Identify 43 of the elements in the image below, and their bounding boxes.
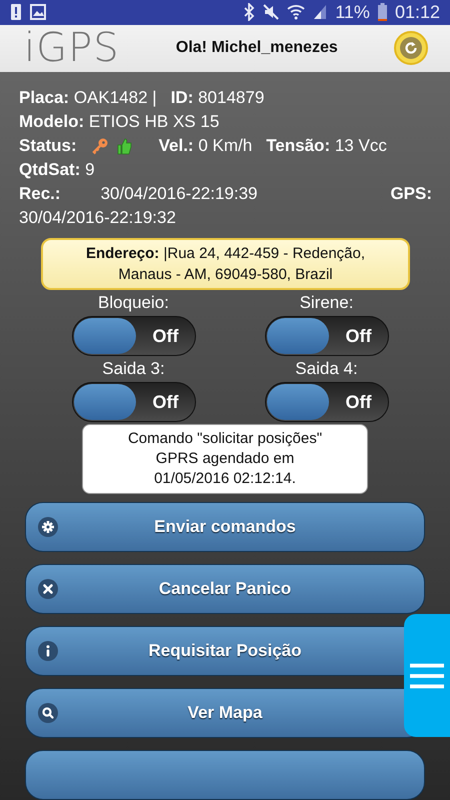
refresh-icon[interactable] [394, 31, 428, 66]
toggle-switch[interactable]: Off [264, 316, 388, 356]
greeting: Ola! Michel_menezes [174, 39, 339, 58]
switch-label: Sirene: [300, 292, 354, 314]
info-field: ID: 8014879 [170, 86, 264, 110]
info-label: Status: [19, 135, 77, 157]
signal-icon [313, 4, 328, 20]
info-label: GPS: [390, 183, 432, 205]
notification-message: Comando "solicitar posições" GPRS agendado em 01/05/2016 02:12:14. [82, 424, 368, 494]
info-field: QtdSat: 9 [19, 158, 95, 182]
switch-label: Saida 4: [295, 358, 358, 380]
menu-button[interactable] [404, 614, 450, 737]
clock: 01:12 [394, 2, 440, 23]
search-icon [38, 703, 58, 723]
switch-label: Saida 3: [102, 358, 165, 380]
info-field: Modelo: ETIOS HB XS 15 [19, 110, 220, 134]
battery-icon [378, 3, 387, 22]
info-field: Placa: OAK1482 | [19, 86, 157, 110]
thumbs-up-icon [114, 137, 133, 155]
muted-speaker-icon [263, 4, 280, 20]
info-icon [38, 641, 58, 661]
toggle-switch[interactable]: Off [72, 316, 196, 356]
image-icon [30, 4, 46, 20]
info-field: 30/04/2016-22:19:32 [19, 206, 176, 230]
info-field: Rec.: 30/04/2016-22:19:39 [19, 182, 258, 206]
address-card: Endereço: |Rua 24, 442-459 - Redenção, Manaus - AM, 69049-580, Brazil [41, 238, 410, 290]
key-icon [90, 137, 109, 155]
alert-battery-icon [10, 3, 22, 22]
bluetooth-icon [243, 3, 256, 22]
info-field: Vel.: 0 Km/h [158, 134, 252, 158]
settings-icon [38, 517, 58, 537]
action-button[interactable] [25, 750, 425, 800]
info-field: Tensão: 13 Vcc [266, 134, 387, 158]
battery-percentage: 11% [335, 2, 370, 23]
wifi-icon [287, 4, 306, 20]
close-icon [38, 579, 58, 599]
toggle-switch[interactable]: Off [264, 382, 388, 422]
action-button[interactable]: Enviar comandos [25, 502, 425, 552]
app-logo: iGPS [24, 25, 120, 72]
switch-label: Bloqueio: [98, 292, 169, 314]
toggle-switch[interactable]: Off [72, 382, 196, 422]
action-button[interactable]: Cancelar Panico [25, 564, 425, 614]
menu-icon [410, 662, 444, 688]
